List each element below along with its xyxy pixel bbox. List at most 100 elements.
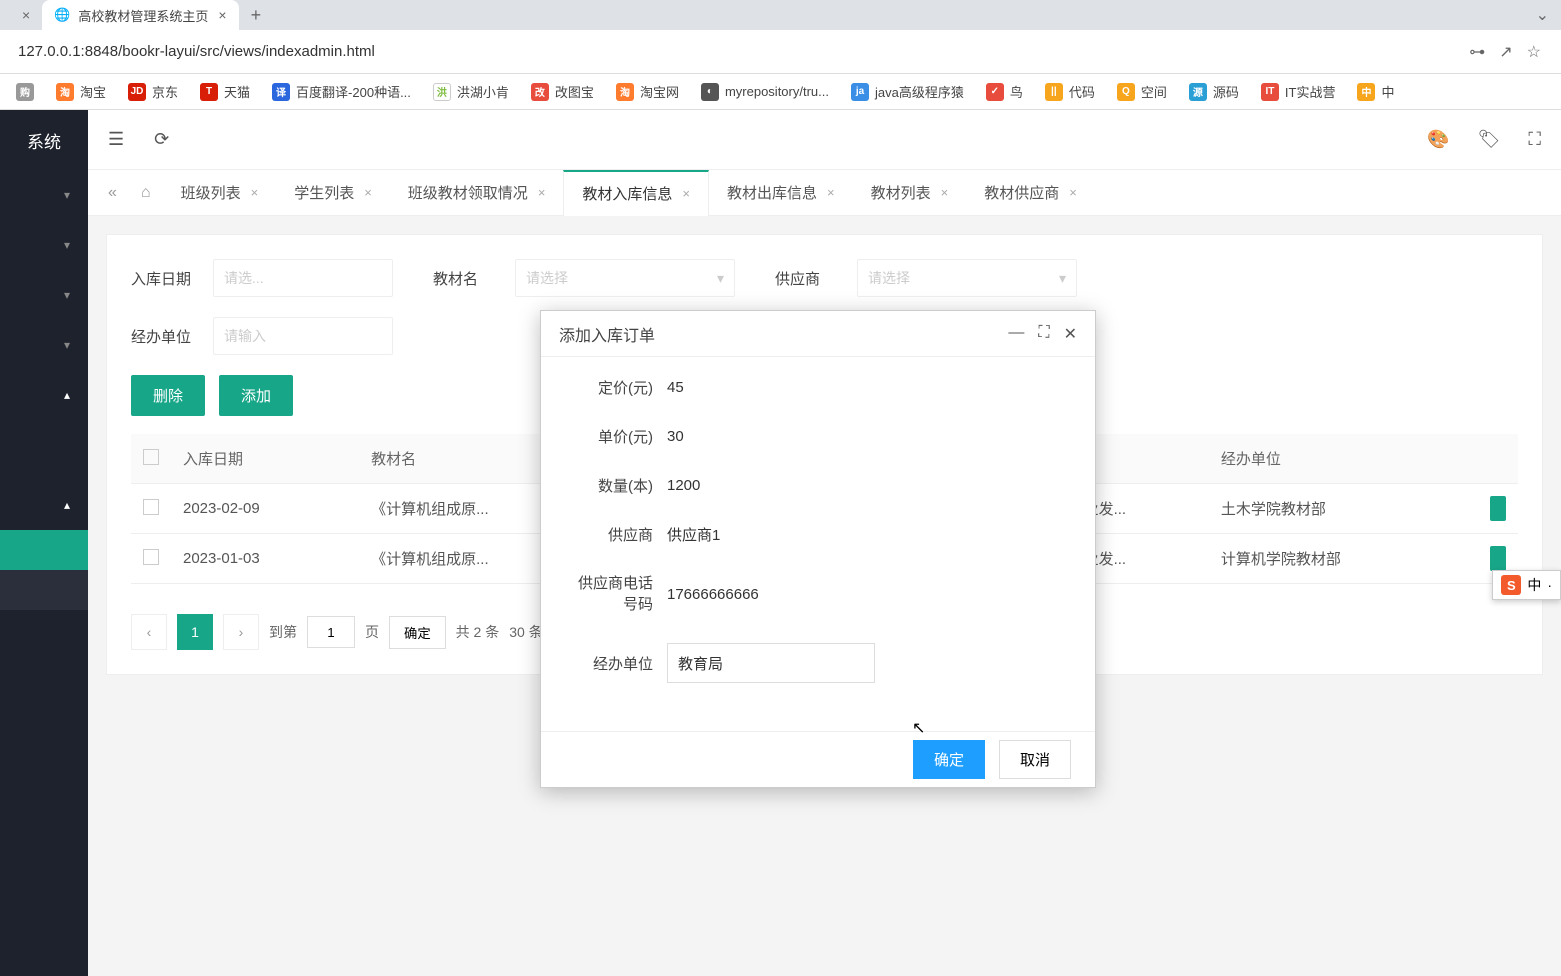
row-action[interactable] [1490,546,1506,571]
sidebar-item[interactable]: ▴ [0,370,88,420]
page-unit: 页 [365,622,379,642]
bookmark-item[interactable]: ✓鸟 [978,78,1031,105]
bookmark-item[interactable]: 中中 [1349,78,1402,105]
minimize-icon[interactable]: — [1008,324,1024,344]
page-number[interactable]: 1 [177,614,213,650]
checkbox[interactable] [143,499,159,515]
book-select[interactable]: 请选择▾ [515,259,735,297]
bookmark-item[interactable]: ITIT实战营 [1253,78,1344,105]
close-icon[interactable]: × [827,185,835,200]
tab-item[interactable]: 教材列表× [853,170,967,216]
close-icon[interactable]: × [251,185,259,200]
modal-cancel-button[interactable]: 取消 [999,740,1071,779]
page-tabs: « ⌂ 班级列表× 学生列表× 班级教材领取情况× 教材入库信息× 教材出库信息… [88,170,1561,216]
close-icon[interactable]: ✕ [1064,324,1077,344]
chevron-up-icon: ▴ [64,498,70,512]
bookmark-item[interactable]: 改改图宝 [523,78,602,105]
theme-icon[interactable]: 🎨 [1427,129,1449,150]
qty-value: 1200 [667,477,700,494]
goto-label: 到第 [269,622,297,642]
refresh-icon[interactable]: ⟳ [154,129,169,150]
tabs-prev-icon[interactable]: « [96,184,129,202]
menu-toggle-icon[interactable]: ☰ [108,129,124,150]
unit-input[interactable]: 请输入 [213,317,393,355]
sidebar-item[interactable]: ▾ [0,270,88,320]
bookmark-item[interactable]: 译百度翻译-200种语... [264,78,419,105]
close-icon[interactable]: × [538,185,546,200]
page-next[interactable]: › [223,614,259,650]
goto-confirm[interactable]: 确定 [389,616,446,649]
tab-item[interactable]: 学生列表× [276,170,390,216]
close-icon[interactable]: × [941,185,949,200]
close-icon[interactable]: × [218,7,226,23]
total-count: 共 2 条 [456,622,500,642]
close-icon[interactable]: × [682,186,690,201]
ime-more: · [1547,577,1552,593]
new-tab-button[interactable]: + [239,5,274,26]
goto-input[interactable] [307,616,355,648]
close-icon[interactable]: × [364,185,372,200]
sidebar-item[interactable]: ▾ [0,170,88,220]
book-label: 教材名 [433,268,501,289]
modal-body[interactable]: 定价(元) 45 单价(元) 30 数量(本) 1200 供应商 供应商1 供应… [541,357,1095,731]
checkbox-all[interactable] [143,449,159,465]
bookmark-item[interactable]: 购 [8,79,42,105]
fullscreen-icon[interactable]: ⛶ [1528,129,1541,150]
sidebar-item[interactable]: ▴ [0,480,88,530]
bookmark-item[interactable]: Q空间 [1109,78,1175,105]
delete-button[interactable]: 删除 [131,375,205,416]
page-prev[interactable]: ‹ [131,614,167,650]
url-input[interactable]: 127.0.0.1:8848/bookr-layui/src/views/ind… [8,37,1457,66]
bookmark-item[interactable]: JD京东 [120,78,186,105]
tab-item[interactable]: 教材供应商× [966,170,1095,216]
browser-tab-bar: × 🌐 高校教材管理系统主页 × + ⌄ [0,0,1561,30]
sidebar-item[interactable]: ▾ [0,220,88,270]
close-icon[interactable]: × [22,7,30,23]
dept-label: 经办单位 [571,653,667,674]
chevron-down-icon: ▾ [1059,270,1066,287]
browser-tab[interactable]: × [0,0,42,30]
col-unit: 经办单位 [1209,434,1478,484]
browser-tab-active[interactable]: 🌐 高校教材管理系统主页 × [42,0,238,30]
supplier-value: 供应商1 [667,524,720,545]
tab-item[interactable]: 教材出库信息× [709,170,853,216]
bookmark-item[interactable]: 源源码 [1181,78,1247,105]
add-button[interactable]: 添加 [219,375,293,416]
bookmark-item[interactable]: 洪洪湖小肯 [425,78,517,105]
tab-item[interactable]: 班级列表× [163,170,277,216]
bookmark-item[interactable]: ||代码 [1037,78,1103,105]
key-icon[interactable]: ⊶ [1469,42,1485,62]
tab-overflow-icon[interactable]: ⌄ [1524,5,1561,25]
sidebar-item[interactable]: ▾ [0,320,88,370]
date-input[interactable]: 请选... [213,259,393,297]
ime-indicator[interactable]: S 中 · [1492,570,1561,600]
share-icon[interactable]: ↗ [1499,42,1512,62]
tab-item[interactable]: 班级教材领取情况× [390,170,564,216]
tag-icon[interactable]: 🏷 [1478,129,1501,150]
bookmark-item[interactable]: jajava高级程序猿 [843,78,972,105]
tab-title: 高校教材管理系统主页 [78,6,208,25]
bookmark-item[interactable]: T天猫 [192,78,258,105]
maximize-icon[interactable]: ⛶ [1038,324,1049,344]
supplier-label: 供应商 [775,268,843,289]
bookmark-item[interactable]: 淘淘宝 [48,78,114,105]
bookmark-item[interactable]: ◐myrepository/tru... [693,79,837,105]
bookmark-item[interactable]: 淘淘宝网 [608,78,687,105]
star-icon[interactable]: ☆ [1527,42,1541,62]
qty-label: 数量(本) [571,475,667,496]
phone-label: 供应商电话号码 [571,573,667,615]
dept-input[interactable] [667,643,875,683]
modal-ok-button[interactable]: 确定 [913,740,985,779]
globe-icon: 🌐 [54,7,70,23]
chevron-down-icon: ▾ [717,270,724,287]
row-action[interactable] [1490,496,1506,521]
modal-footer: 确定 取消 [541,731,1095,787]
tab-item-active[interactable]: 教材入库信息× [563,170,709,216]
home-icon[interactable]: ⌂ [129,184,163,202]
phone-value: 17666666666 [667,586,759,603]
modal-header[interactable]: 添加入库订单 — ⛶ ✕ [541,311,1095,357]
supplier-select[interactable]: 请选择▾ [857,259,1077,297]
close-icon[interactable]: × [1069,185,1077,200]
checkbox[interactable] [143,549,159,565]
sidebar-title: 系统 [0,110,88,170]
